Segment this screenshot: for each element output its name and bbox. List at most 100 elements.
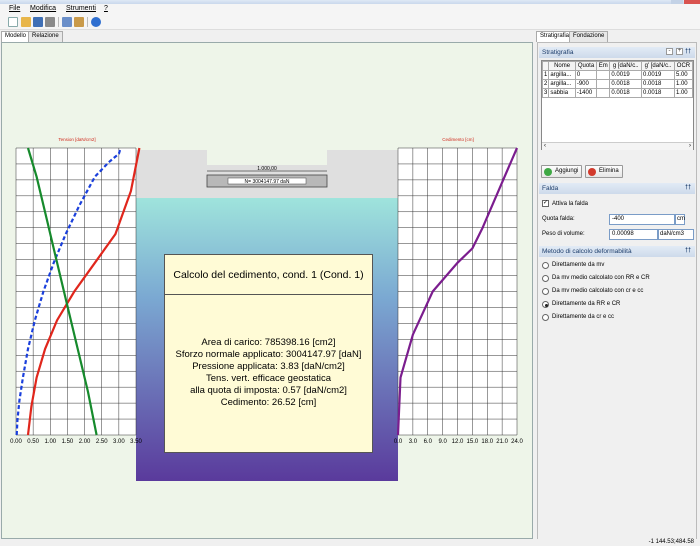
cell-g[interactable]: 0.0018 — [609, 79, 643, 89]
radio-mv-cr-cc[interactable] — [542, 288, 549, 295]
delete-layer-button[interactable]: Elimina — [585, 165, 623, 178]
cell-em[interactable] — [596, 70, 611, 80]
x-tick-label: 24.0 — [511, 439, 523, 445]
scroll-right-icon[interactable]: › — [689, 143, 691, 149]
x-tick-label: 3.0 — [409, 439, 418, 445]
falda-header[interactable]: Falda ⮅ — [539, 183, 695, 194]
peso-volume-unit[interactable]: daN/cm3 — [658, 229, 694, 240]
column-header[interactable]: Em — [596, 61, 611, 71]
scroll-left-icon[interactable]: ‹ — [544, 143, 546, 149]
x-tick-label: 6.0 — [424, 439, 433, 445]
print-icon[interactable] — [45, 17, 55, 27]
cell-g2[interactable]: 0.0018 — [641, 88, 675, 98]
add-icon — [544, 168, 552, 176]
paste-icon[interactable] — [74, 17, 84, 27]
cell-g2[interactable]: 0.0018 — [641, 79, 675, 89]
metodo-header[interactable]: Metodo di calcolo deformabilità ⮅ — [539, 246, 695, 257]
cell-ocr[interactable]: 1.00 — [673, 79, 694, 89]
collapse-icon[interactable]: ⮅ — [685, 48, 691, 56]
table-row[interactable]: 3 sabbia -1400 0.0018 0.0018 1.00 — [541, 88, 694, 98]
x-tick-label: 1.50 — [62, 439, 74, 445]
tension-chart: 0.00 0.50 1.00 1.50 2.00 2.50 3.00 3.50 — [10, 147, 142, 445]
x-tick-label: 1.00 — [44, 439, 56, 445]
collapse-icon[interactable]: ⮅ — [685, 184, 691, 192]
menu-help[interactable]: ? — [104, 5, 108, 12]
radio-mv-rr-cr[interactable] — [542, 275, 549, 282]
help-icon[interactable] — [91, 17, 101, 27]
cell-nome[interactable]: argilla... — [548, 70, 576, 80]
cell-g[interactable]: 0.0018 — [609, 88, 643, 98]
ground-right — [327, 150, 398, 198]
cell-nome[interactable]: argilla... — [548, 79, 576, 89]
add-layer-button[interactable]: Aggiungi — [541, 165, 583, 178]
foundation-load-label: N= 3004147.97 daN — [245, 179, 290, 185]
copy-icon[interactable] — [62, 17, 72, 27]
radio-rr-cr[interactable] — [542, 301, 549, 308]
falda-checkbox-label: Attiva la falda — [552, 201, 589, 207]
delete-layer-label: Elimina — [599, 168, 619, 174]
cell-ocr[interactable]: 1.00 — [673, 88, 694, 98]
column-header[interactable]: OCR — [673, 61, 694, 71]
column-header[interactable]: Quota — [574, 61, 598, 71]
stratigrafia-header-label: Stratigrafia — [542, 49, 574, 56]
cell-g2[interactable]: 0.0019 — [641, 70, 675, 80]
x-tick-label: 18.0 — [481, 439, 493, 445]
tab-stratigrafia[interactable]: Stratigrafia — [536, 31, 574, 42]
cell-g[interactable]: 0.0019 — [609, 70, 643, 80]
tab-relazione[interactable]: Relazione — [28, 31, 63, 42]
quota-falda-input[interactable]: -400 — [609, 214, 675, 225]
x-tick-label: 12.0 — [452, 439, 464, 445]
model-canvas[interactable]: 1.000,00 N= 3004147.97 daN Tension [daN/… — [1, 42, 533, 539]
stratigrafia-grid[interactable]: Nome Quota Em g [daN/c.. g' [daN/c.. OCR… — [541, 60, 694, 150]
menu-modifica[interactable]: Modifica — [30, 5, 56, 12]
tab-fondazione[interactable]: Fondazione — [569, 31, 609, 42]
radio-mv[interactable] — [542, 262, 549, 269]
column-header[interactable]: g' [daN/c.. — [641, 61, 675, 71]
peso-volume-label: Peso di volume: — [542, 231, 585, 237]
peso-volume-input[interactable]: 0.00098 — [609, 229, 658, 240]
x-tick-label: 2.50 — [96, 439, 108, 445]
result-line: Pressione applicata: 3.83 [daN/cm2] — [192, 361, 345, 372]
cell-em[interactable] — [596, 88, 611, 98]
menu-file[interactable]: File — [9, 5, 20, 12]
right-chart-title: Cedimento [cm] — [442, 137, 474, 142]
collapse-icon[interactable]: ⮅ — [685, 247, 691, 255]
result-line: Cedimento: 26.52 [cm] — [220, 397, 317, 408]
result-line: Sforzo normale applicato: 3004147.97 [da… — [175, 349, 362, 360]
radio-mv-label: Direttamente da mv — [552, 262, 605, 268]
cell-em[interactable] — [596, 79, 611, 89]
column-header[interactable]: g [daN/c.. — [609, 61, 643, 71]
cell-quota[interactable]: 0 — [574, 70, 598, 80]
result-title: Calcolo del cedimento, cond. 1 (Cond. 1) — [165, 255, 372, 295]
radio-mv-cr-cc-label: Da mv medio calcolato con cr e cc — [552, 288, 644, 294]
x-tick-label: 3.50 — [130, 439, 142, 445]
menu-strumenti[interactable]: Strumenti — [66, 5, 96, 12]
ground-left — [136, 150, 207, 198]
new-file-icon[interactable] — [8, 17, 18, 27]
x-tick-label: 2.00 — [79, 439, 91, 445]
stratigrafia-header[interactable]: Stratigrafia - + ⮅ — [539, 47, 695, 58]
quota-falda-unit[interactable]: cm — [675, 214, 685, 225]
minus-icon[interactable]: - — [666, 48, 673, 55]
save-icon[interactable] — [33, 17, 43, 27]
radio-cr-cc[interactable] — [542, 314, 549, 321]
status-bar: -1 144.53;484.58 — [0, 539, 700, 546]
falda-header-label: Falda — [542, 185, 559, 192]
cell-quota[interactable]: -900 — [574, 79, 598, 89]
cell-quota[interactable]: -1400 — [574, 88, 598, 98]
cell-nome[interactable]: sabbia — [548, 88, 576, 98]
open-folder-icon[interactable] — [21, 17, 31, 27]
tab-modello[interactable]: Modello — [1, 31, 31, 42]
horizontal-scrollbar[interactable]: ‹ › — [542, 142, 693, 150]
column-header[interactable]: Nome — [548, 61, 576, 71]
plus-icon[interactable]: + — [676, 48, 683, 55]
radio-cr-cc-label: Direttamente da cr e cc — [552, 314, 615, 320]
left-chart-title: Tension [daN/cm2] — [58, 137, 95, 142]
table-row[interactable]: 1 argilla... 0 0.0019 0.0019 5.00 — [541, 70, 694, 80]
cell-ocr[interactable]: 5.00 — [673, 70, 694, 80]
toolbar-separator — [87, 17, 88, 27]
x-tick-label: 9.0 — [438, 439, 447, 445]
falda-checkbox[interactable]: ✓ — [542, 200, 549, 207]
quota-falda-label: Quota falda: — [542, 216, 575, 222]
table-row[interactable]: 2 argilla... -900 0.0018 0.0018 1.00 — [541, 79, 694, 89]
